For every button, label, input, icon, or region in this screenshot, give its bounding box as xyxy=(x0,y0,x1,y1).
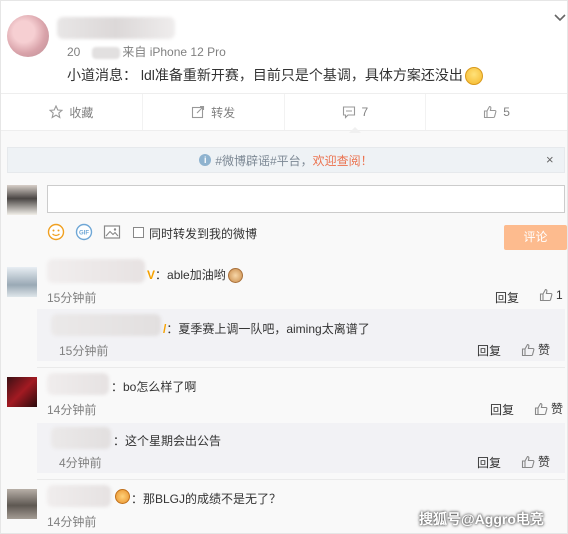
rumor-notice: i #微博辟谣#平台， 欢迎查阅！ xyxy=(7,147,565,173)
my-avatar xyxy=(7,185,37,215)
smiley-icon[interactable] xyxy=(47,223,65,241)
commenter-avatar[interactable] xyxy=(7,267,37,297)
repost-icon xyxy=(192,105,205,119)
commenter-name-blurred[interactable] xyxy=(47,485,111,507)
comment-text: V：able加油哟 xyxy=(147,266,243,284)
comment-text: ：那BLGJ的成绩不是无了？ xyxy=(131,492,282,506)
weibo-post-card: 20 来自 iPhone 12 Pro 小道消息： ldl准备重新开赛，目前只是个… xyxy=(0,0,568,534)
comment-divider xyxy=(37,479,565,480)
emoji-icon xyxy=(227,268,243,284)
star-icon xyxy=(49,105,64,119)
post-action-bar: 收藏 转发 7 5 xyxy=(1,93,567,131)
repost-button[interactable]: 转发 xyxy=(143,94,285,130)
comment-input[interactable] xyxy=(47,185,565,213)
notice-tag[interactable]: #微博辟谣#平台， xyxy=(215,152,312,169)
replier-name-blurred[interactable] xyxy=(51,314,161,336)
svg-text:GIF: GIF xyxy=(79,231,89,237)
comment-icon xyxy=(342,106,355,119)
reply-body: ：夏季赛上调一队吧，aiming太离谱了 xyxy=(166,322,370,336)
like-label: 赞 xyxy=(538,343,551,357)
repost-label: 转发 xyxy=(211,105,236,120)
author-name-blurred[interactable] xyxy=(57,17,175,39)
reply-time: 15分钟前 xyxy=(59,344,109,358)
reply-time: 4分钟前 xyxy=(59,456,102,470)
replier-name-blurred[interactable] xyxy=(51,427,111,449)
comment-time: 14分钟前 xyxy=(47,515,97,529)
post-time-blurred xyxy=(92,46,121,59)
notice-link[interactable]: 欢迎查阅！ xyxy=(313,152,373,169)
post-source: 来自 iPhone 12 Pro xyxy=(122,45,226,59)
commenter-avatar[interactable] xyxy=(7,489,37,519)
reply-like-button[interactable]: 赞 xyxy=(521,341,550,358)
thumbs-up-icon xyxy=(521,343,535,356)
like-button[interactable]: 5 xyxy=(426,94,567,130)
gif-icon[interactable]: GIF xyxy=(75,223,93,241)
like-label: 赞 xyxy=(538,455,551,469)
chevron-down-icon[interactable] xyxy=(553,11,567,25)
thumbs-up-icon xyxy=(484,105,497,119)
comment-like-button[interactable]: 1 xyxy=(539,288,563,302)
commenter-name-blurred[interactable] xyxy=(47,259,145,283)
commenter-name-blurred[interactable] xyxy=(47,373,109,395)
also-repost-checkbox[interactable] xyxy=(133,227,144,238)
submit-comment-button[interactable]: 评论 xyxy=(504,225,567,250)
watermark: 搜狐号@Aggro电竞 xyxy=(419,511,544,527)
reply-text: ：这个星期会出公告 xyxy=(113,434,222,448)
reply-text: /：夏季赛上调一队吧，aiming太离谱了 xyxy=(163,320,370,337)
like-count: 5 xyxy=(503,105,510,119)
favorite-button[interactable]: 收藏 xyxy=(1,94,143,130)
comment-count: 7 xyxy=(361,105,369,119)
favorite-label: 收藏 xyxy=(69,105,94,120)
reply-button[interactable]: 回复 xyxy=(477,342,501,359)
commenter-avatar[interactable] xyxy=(7,377,37,407)
post-time-prefix: 20 xyxy=(67,45,81,59)
post-body: 小道消息： ldl准备重新开赛，目前只是个基调，具体方案还没出 xyxy=(67,67,463,83)
thinking-emoji-icon xyxy=(464,67,483,86)
thumbs-up-icon xyxy=(521,455,535,468)
author-avatar[interactable] xyxy=(7,15,49,57)
like-label: 赞 xyxy=(551,402,564,416)
comment-like-button[interactable]: 赞 xyxy=(534,400,563,417)
reply-button[interactable]: 回复 xyxy=(490,401,514,418)
comment-caret xyxy=(349,127,361,133)
comment-body: ：able加油哟 xyxy=(155,268,226,282)
reply-like-button[interactable]: 赞 xyxy=(521,453,550,470)
thumbs-up-icon xyxy=(534,402,548,415)
comment-button[interactable]: 7 xyxy=(285,94,427,130)
like-label: 1 xyxy=(556,288,563,302)
post-meta: 20 来自 iPhone 12 Pro xyxy=(67,43,226,60)
info-icon: i xyxy=(199,154,212,166)
comment-time: 14分钟前 xyxy=(47,403,97,417)
image-icon[interactable] xyxy=(103,223,121,241)
comment-text: ：bo怎么样了啊 xyxy=(111,380,197,394)
reply-button[interactable]: 回复 xyxy=(477,454,501,471)
post-text: 小道消息： ldl准备重新开赛，目前只是个基调，具体方案还没出 xyxy=(67,65,483,86)
also-repost-label: 同时转发到我的微博 xyxy=(149,227,258,241)
vip-badge: V xyxy=(147,268,156,282)
close-icon[interactable]: × xyxy=(546,152,554,167)
thumbs-up-icon xyxy=(539,288,553,302)
comment-divider xyxy=(37,367,565,368)
reply-button[interactable]: 回复 xyxy=(495,289,519,306)
emoji-icon xyxy=(115,489,130,504)
comment-time: 15分钟前 xyxy=(47,291,97,305)
